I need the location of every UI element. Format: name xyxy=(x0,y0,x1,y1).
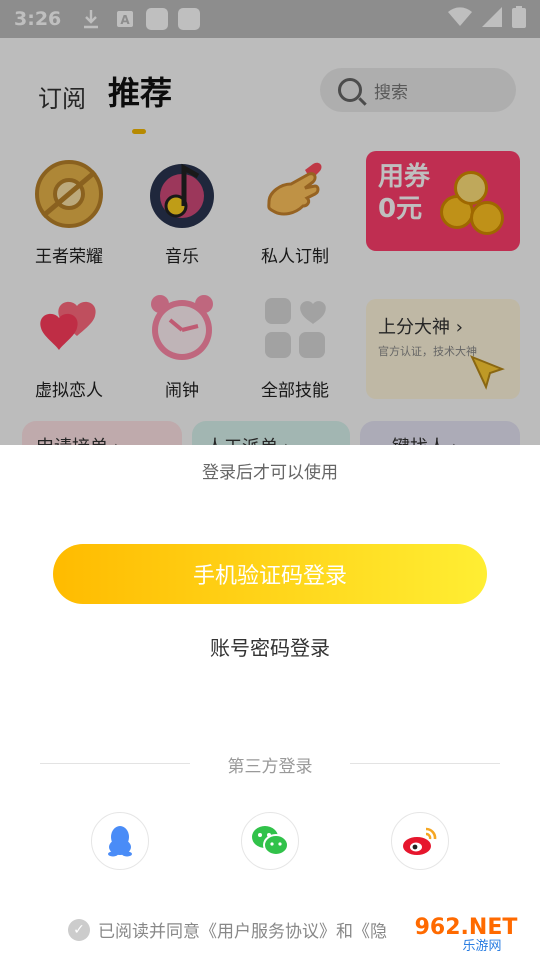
watermark-logo: 962.NET 乐游网 xyxy=(402,910,532,954)
agreement-row[interactable]: ✓ 已阅读并同意《用户服务协议》和《隐 xyxy=(68,917,387,942)
wechat-icon xyxy=(252,826,289,856)
phone-login-button[interactable]: 手机验证码登录 xyxy=(53,544,487,604)
modal-overlay[interactable] xyxy=(0,0,540,445)
agreement-text[interactable]: 已阅读并同意《用户服务协议》和《隐 xyxy=(98,917,387,942)
svg-text:乐游网: 乐游网 xyxy=(462,939,501,954)
svg-text:962.NET: 962.NET xyxy=(415,915,518,940)
login-sheet: 登录后才可以使用 手机验证码登录 账号密码登录 第三方登录 ✓ 已阅读并同意《用… xyxy=(0,445,540,960)
login-hint: 登录后才可以使用 xyxy=(202,463,338,483)
divider-right xyxy=(350,763,500,764)
weibo-login-button[interactable] xyxy=(391,812,449,870)
qq-login-button[interactable] xyxy=(91,812,149,870)
check-circle-icon[interactable]: ✓ xyxy=(68,918,90,941)
wechat-login-button[interactable] xyxy=(241,812,299,870)
account-login-link[interactable]: 账号密码登录 xyxy=(170,631,370,665)
qq-icon xyxy=(108,826,132,857)
weibo-icon xyxy=(403,827,437,855)
third-party-label: 第三方登录 xyxy=(227,757,313,777)
